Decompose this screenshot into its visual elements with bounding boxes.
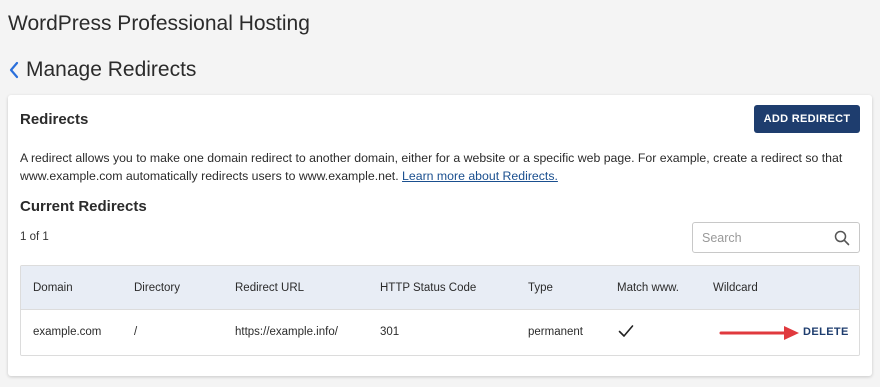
delete-button[interactable]: DELETE: [803, 326, 849, 338]
header-directory: Directory: [134, 282, 181, 294]
card-title: Redirects: [20, 111, 89, 128]
page-title: Manage Redirects: [26, 58, 197, 81]
checkmark-icon: [618, 325, 634, 337]
header-domain: Domain: [33, 282, 73, 294]
search-input[interactable]: [702, 229, 827, 247]
cell-redirect-url: https://example.info/: [235, 326, 338, 338]
redirects-table: Domain Directory Redirect URL HTTP Statu…: [20, 265, 860, 356]
page-header: Manage Redirects: [8, 58, 196, 82]
table-header: Domain Directory Redirect URL HTTP Statu…: [21, 266, 859, 310]
description: A redirect allows you to make one domain…: [20, 149, 865, 185]
learn-more-link[interactable]: Learn more about Redirects.: [402, 169, 558, 183]
header-type: Type: [528, 282, 553, 294]
search-icon[interactable]: [834, 230, 850, 246]
cell-type: permanent: [528, 326, 583, 338]
cell-status-code: 301: [380, 326, 400, 338]
add-redirect-button[interactable]: ADD REDIRECT: [754, 105, 860, 133]
header-wildcard: Wildcard: [713, 282, 758, 294]
cell-domain: example.com: [33, 326, 102, 338]
app-title: WordPress Professional Hosting: [8, 12, 310, 35]
chevron-left-icon[interactable]: [8, 59, 20, 81]
section-title: Current Redirects: [20, 198, 147, 215]
table-row: example.com / https://example.info/ 301 …: [21, 310, 859, 355]
search-box[interactable]: [692, 222, 860, 253]
result-count: 1 of 1: [20, 231, 49, 243]
header-match-www: Match www.: [617, 282, 679, 294]
red-arrow-icon: [719, 326, 799, 340]
back-button[interactable]: [8, 59, 20, 81]
header-redirect-url: Redirect URL: [235, 282, 305, 294]
redirects-card: Redirects ADD REDIRECT A redirect allows…: [8, 95, 872, 376]
cell-directory: /: [134, 326, 138, 338]
header-http-status-code: HTTP Status Code: [380, 282, 477, 294]
